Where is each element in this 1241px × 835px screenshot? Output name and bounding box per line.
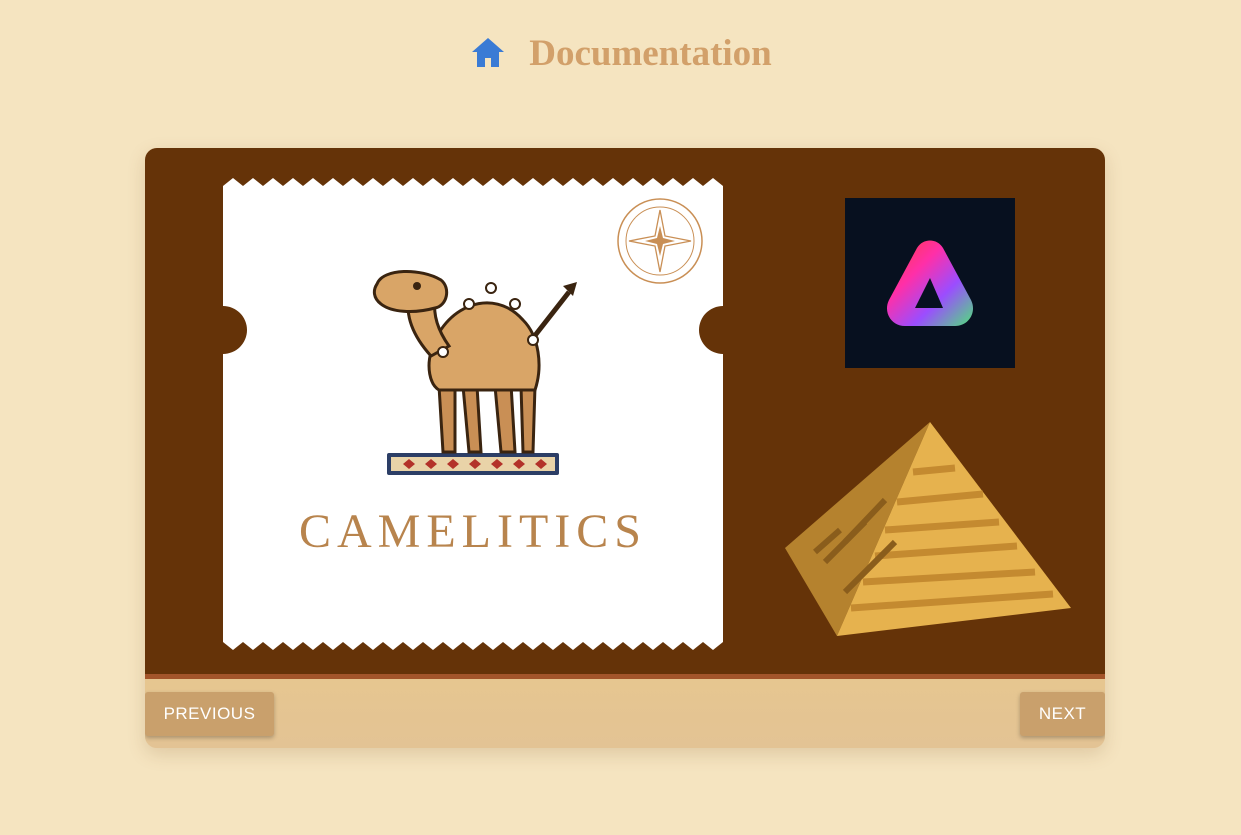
- page-header: Documentation: [0, 28, 1241, 78]
- adobe-express-tile: [845, 198, 1015, 368]
- pyramid-icon: [785, 422, 1071, 636]
- carousel-card: CAMELITICS PREVIOUS NEXT: [145, 148, 1105, 748]
- carousel-controls: PREVIOUS NEXT: [145, 679, 1105, 748]
- previous-button[interactable]: PREVIOUS: [145, 692, 274, 736]
- camelitics-wordmark: CAMELITICS: [299, 505, 647, 558]
- page-title: Documentation: [529, 32, 772, 74]
- camel-on-rug-icon: [372, 269, 577, 475]
- carousel-slide: CAMELITICS: [145, 148, 1105, 679]
- home-icon[interactable]: [469, 34, 507, 72]
- next-button[interactable]: NEXT: [1020, 692, 1105, 736]
- compass-rose-icon: [617, 198, 703, 284]
- adobe-express-icon: [886, 240, 974, 326]
